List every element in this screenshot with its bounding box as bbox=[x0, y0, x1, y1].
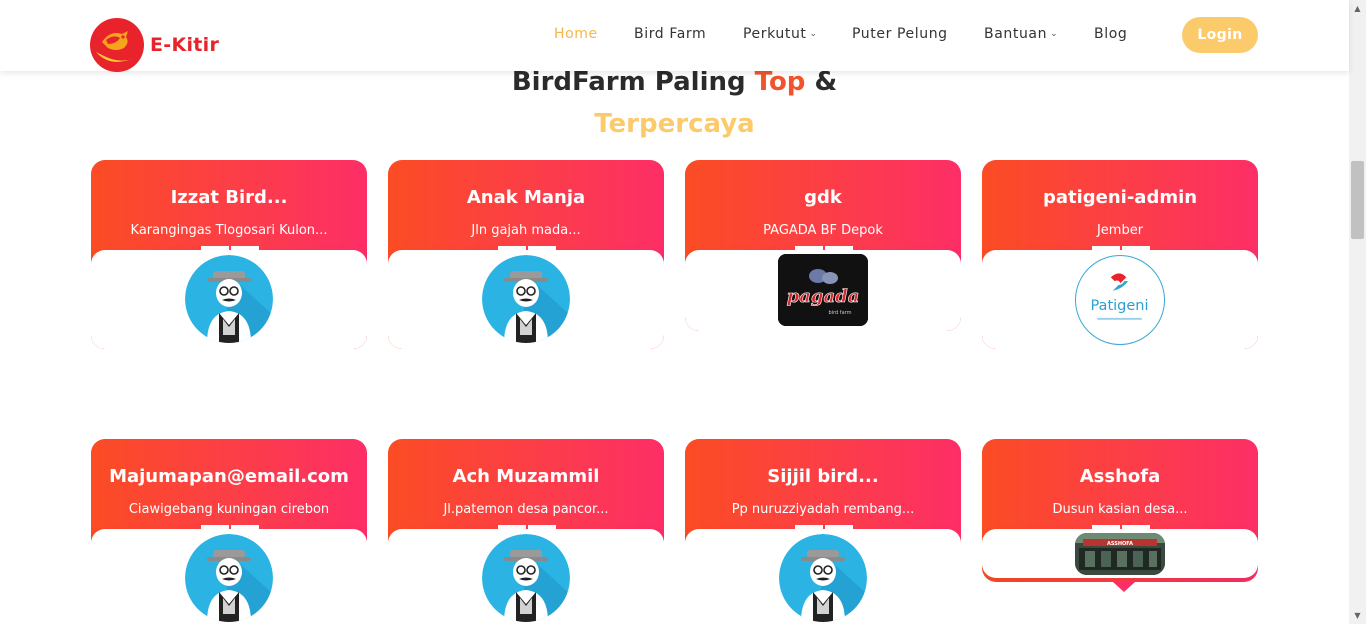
farm-name: gdk bbox=[804, 187, 842, 208]
nav-perkutut-label: Perkutut bbox=[743, 26, 807, 42]
scrollbar-thumb[interactable] bbox=[1351, 161, 1364, 239]
nav-bird-farm-label: Bird Farm bbox=[634, 26, 707, 42]
nav-bantuan-label: Bantuan bbox=[984, 26, 1048, 42]
top-navbar: E-Kitir Home Bird Farm Perkutut ⌄ Puter … bbox=[0, 0, 1349, 72]
farm-location: Jember bbox=[1096, 223, 1144, 238]
page-scrollbar[interactable]: ▲ ▼ bbox=[1349, 0, 1366, 624]
nav-perkutut[interactable]: Perkutut ⌄ bbox=[743, 26, 818, 42]
farm-location: Ciawigebang kuningan cirebon bbox=[128, 502, 330, 517]
pagada-logo-text: pagada bbox=[787, 286, 860, 307]
nav-home-label: Home bbox=[554, 26, 598, 42]
farm-name: Ach Muzammil bbox=[452, 466, 600, 487]
scroll-down-arrow-icon[interactable]: ▼ bbox=[1349, 607, 1366, 624]
farm-location: Jl.patemon desa pancor... bbox=[443, 502, 609, 517]
farm-location: Pp nuruzziyadah rembang... bbox=[731, 502, 915, 517]
scroll-up-arrow-icon[interactable]: ▲ bbox=[1349, 0, 1366, 17]
nav-home[interactable]: Home bbox=[554, 26, 598, 42]
card-body bbox=[388, 529, 664, 624]
pagada-logo-icon: pagada bird farm bbox=[778, 254, 868, 326]
heading-accent: Top bbox=[754, 67, 806, 97]
card-body bbox=[91, 250, 367, 349]
farm-card[interactable]: Izzat Bird... Karangingas Tlogosari Kulo… bbox=[91, 160, 367, 349]
nav-bantuan[interactable]: Bantuan ⌄ bbox=[984, 26, 1058, 42]
farm-card[interactable]: Asshofa Dusun kasian desa... ASSHOFA bbox=[982, 439, 1258, 582]
heading-text-end: & bbox=[805, 67, 838, 97]
farm-name: Anak Manja bbox=[466, 187, 586, 208]
farm-card[interactable]: patigeni-admin Jember Patigeni bbox=[982, 160, 1258, 349]
default-avatar-icon bbox=[185, 534, 273, 622]
nav-blog-label: Blog bbox=[1094, 26, 1128, 42]
chevron-down-icon: ⌄ bbox=[1050, 29, 1059, 39]
farm-location: PAGADA BF Depok bbox=[763, 223, 883, 238]
heading-line2: Terpercaya bbox=[594, 109, 755, 139]
farm-name: Sijjil bird... bbox=[767, 466, 879, 487]
patigeni-logo-icon: Patigeni bbox=[1075, 255, 1165, 345]
farm-name: Asshofa bbox=[1079, 466, 1161, 487]
pagada-logo-subtext: bird farm bbox=[829, 310, 852, 316]
nav-bird-farm[interactable]: Bird Farm bbox=[634, 26, 706, 42]
farm-card[interactable]: gdk PAGADA BF Depok pagada bird farm bbox=[685, 160, 961, 331]
default-avatar-icon bbox=[482, 534, 570, 622]
farm-name: patigeni-admin bbox=[1042, 187, 1198, 208]
card-body bbox=[388, 250, 664, 349]
heading-text: BirdFarm Paling bbox=[511, 67, 755, 97]
patigeni-logo-text: Patigeni bbox=[1090, 298, 1148, 314]
nav-puter-pelung-label: Puter Pelung bbox=[852, 26, 948, 42]
nav-blog[interactable]: Blog bbox=[1094, 26, 1127, 42]
nav-puter-pelung[interactable]: Puter Pelung bbox=[852, 26, 948, 42]
farm-name: Majumapan@email.com bbox=[109, 466, 349, 487]
section-heading: BirdFarm Paling Top & Terpercaya bbox=[0, 64, 1349, 144]
card-body: Patigeni bbox=[982, 250, 1258, 349]
farm-location: Dusun kasian desa... bbox=[1052, 502, 1188, 517]
farm-card[interactable]: Ach Muzammil Jl.patemon desa pancor... bbox=[388, 439, 664, 624]
farm-card[interactable]: Sijjil bird... Pp nuruzziyadah rembang..… bbox=[685, 439, 961, 624]
default-avatar-icon bbox=[482, 255, 570, 343]
card-pointer-tail bbox=[1113, 582, 1135, 592]
card-body bbox=[685, 529, 961, 624]
farm-location: Karangingas Tlogosari Kulon... bbox=[130, 223, 328, 238]
card-body bbox=[91, 529, 367, 624]
default-avatar-icon bbox=[779, 534, 867, 622]
asshofa-sign-text: ASSHOFA bbox=[1107, 541, 1133, 547]
chevron-down-icon: ⌄ bbox=[809, 29, 818, 39]
main-nav: Home Bird Farm Perkutut ⌄ Puter Pelung B… bbox=[0, 0, 1349, 71]
farm-card[interactable]: Anak Manja Jln gajah mada... bbox=[388, 160, 664, 349]
card-body: pagada bird farm bbox=[685, 250, 961, 331]
farm-location: Jln gajah mada... bbox=[471, 223, 581, 238]
farm-name: Izzat Bird... bbox=[170, 187, 288, 208]
asshofa-photo-icon: ASSHOFA bbox=[1075, 533, 1165, 575]
farm-card[interactable]: Majumapan@email.com Ciawigebang kuningan… bbox=[91, 439, 367, 624]
card-body: ASSHOFA bbox=[982, 529, 1258, 578]
default-avatar-icon bbox=[185, 255, 273, 343]
login-button[interactable]: Login bbox=[1182, 17, 1258, 53]
